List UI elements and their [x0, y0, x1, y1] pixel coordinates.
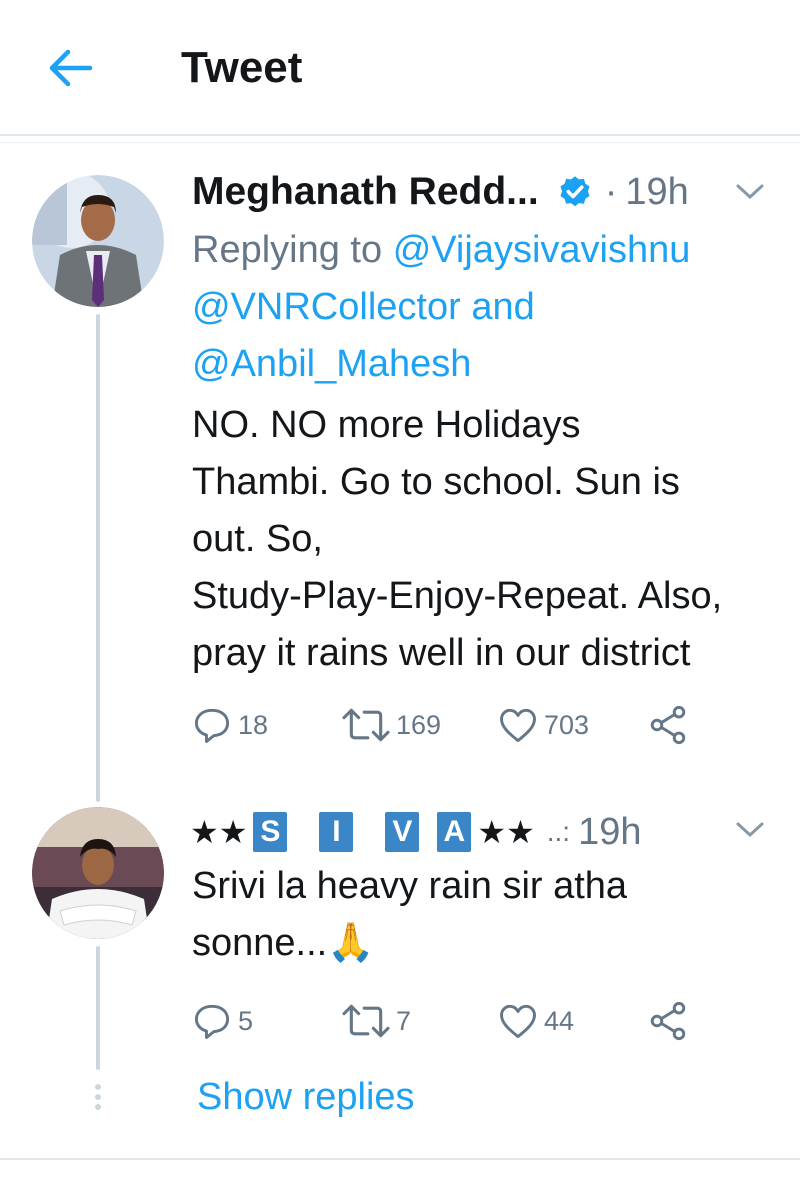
like-count: 44: [544, 1005, 575, 1036]
retweet-button[interactable]: 169: [340, 700, 441, 750]
thread-dot: [95, 1084, 101, 1090]
back-button[interactable]: [46, 46, 94, 90]
like-icon: [500, 708, 536, 743]
tweet-1-line: Study-Play-Enjoy-Repeat. Also,: [192, 575, 723, 617]
like-button[interactable]: 44: [496, 996, 574, 1046]
tweet-1-text: NO. NO more Holidays Thambi. Go to schoo…: [192, 397, 722, 682]
retweet-count: 169: [396, 709, 442, 740]
retweet-count: 7: [396, 1005, 412, 1036]
avatar-siva[interactable]: [32, 807, 164, 939]
reply-icon: [194, 1004, 230, 1039]
author-stars-left: ★★: [190, 814, 248, 850]
header-divider-secondary: [0, 142, 800, 143]
share-icon: [650, 705, 686, 745]
mention-vijaysivavishnu[interactable]: @Vijaysivavishnu: [393, 229, 691, 271]
replying-prefix: Replying to: [192, 229, 383, 271]
tweet-2-line: Srivi la heavy rain sir atha: [192, 865, 628, 907]
author-letter-box: I: [319, 812, 354, 852]
tweet-1-actions: 18 169 703: [190, 700, 710, 750]
tweet-1-line: Thambi. Go to school. Sun is: [192, 461, 680, 503]
tweet-1-menu-button[interactable]: [734, 182, 766, 202]
app-header: Tweet: [0, 0, 800, 134]
share-icon: [650, 1001, 686, 1041]
show-replies-link[interactable]: Show replies: [197, 1076, 415, 1119]
header-divider: [0, 134, 800, 136]
thread-dot: [95, 1094, 101, 1100]
mention-anbil-mahesh[interactable]: @Anbil_Mahesh: [192, 343, 471, 385]
author-letter-box: S: [253, 812, 288, 852]
retweet-icon: [342, 708, 390, 742]
author-letter-box: V: [385, 812, 420, 852]
author-letter-box: A: [437, 812, 472, 852]
replying-to: Replying to @Vijaysivavishnu @VNRCollect…: [192, 222, 782, 393]
reply-button[interactable]: 18: [190, 700, 268, 750]
verified-badge-icon: [557, 174, 593, 210]
like-button[interactable]: 703: [496, 700, 589, 750]
tweet-1-separator: ·: [604, 170, 618, 213]
tweet-1-author[interactable]: Meghanath Redd...: [192, 170, 539, 214]
tweet-2-suffix: ..:: [546, 816, 571, 847]
like-count: 703: [544, 709, 590, 740]
retweet-icon: [342, 1004, 390, 1038]
tweet-2-author[interactable]: ★★ S I V A ★★: [190, 812, 535, 852]
mention-vnrcollector[interactable]: @VNRCollector: [192, 286, 461, 328]
thread-dots: [94, 1082, 102, 1112]
reply-count: 18: [238, 709, 269, 740]
tweet-2-menu-button[interactable]: [734, 820, 766, 840]
retweet-button[interactable]: 7: [340, 996, 411, 1046]
tweet-1-line: NO. NO more Holidays: [192, 404, 581, 446]
tweet-2-header: ★★ S I V A ★★ ..: 19h: [190, 804, 642, 860]
avatar-meghanath[interactable]: [32, 175, 164, 307]
reply-icon: [194, 708, 230, 743]
chevron-down-icon: [736, 822, 764, 838]
footer-divider: [0, 1158, 800, 1160]
tweet-1-header: Meghanath Redd... · 19h: [192, 164, 689, 220]
tweet-1-line: pray it rains well in our district: [192, 632, 691, 674]
share-button[interactable]: [646, 700, 690, 750]
author-stars-right: ★★: [477, 814, 535, 850]
chevron-down-icon: [736, 184, 764, 200]
mention-joiner[interactable]: and: [471, 286, 534, 328]
reply-count: 5: [238, 1005, 254, 1036]
thread-line: [96, 946, 100, 1070]
back-arrow-icon: [49, 49, 93, 87]
like-icon: [500, 1004, 536, 1039]
page-title: Tweet: [181, 43, 303, 92]
thread-dot: [95, 1104, 101, 1110]
tweet-2-text: Srivi la heavy rain sir atha sonne...🙏: [192, 858, 627, 972]
reply-button[interactable]: 5: [190, 996, 253, 1046]
share-button[interactable]: [646, 996, 690, 1046]
tweet-2-timestamp: 19h: [578, 810, 642, 853]
tweet-1-line: out. So,: [192, 518, 323, 560]
tweet-1-timestamp: 19h: [625, 170, 689, 213]
tweet-2-actions: 5 7 44: [190, 996, 710, 1046]
tweet-2-line: sonne...🙏: [192, 922, 375, 964]
thread-line: [96, 314, 100, 802]
